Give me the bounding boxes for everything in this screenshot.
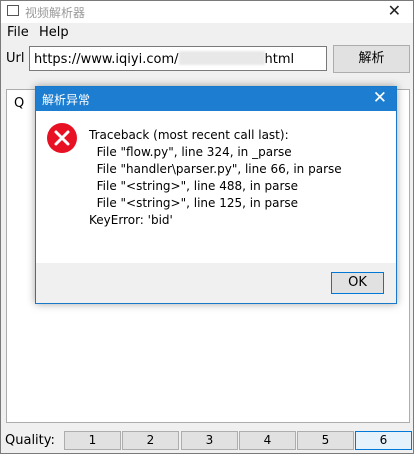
- quality-button-2[interactable]: 2: [122, 431, 179, 450]
- dialog-title-bar: 解析异常 ✕: [36, 87, 396, 111]
- error-dialog: 解析异常 ✕ Traceback (most recent call last)…: [35, 86, 397, 304]
- quality-button-4[interactable]: 4: [239, 431, 296, 450]
- traceback-line-3: File "handler\parser.py", line 66, in pa…: [89, 162, 342, 176]
- traceback-line-2: File "flow.py", line 324, in _parse: [89, 145, 292, 159]
- url-input[interactable]: https://www.iqiyi.com/html: [29, 46, 327, 71]
- dialog-title: 解析异常: [42, 93, 91, 107]
- menu-file[interactable]: File: [7, 25, 29, 40]
- traceback-line-5: File "<string>", line 125, in parse: [89, 196, 299, 210]
- traceback-line-4: File "<string>", line 488, in parse: [89, 179, 299, 193]
- redacted-region: [178, 51, 265, 65]
- quality-button-3[interactable]: 3: [181, 431, 238, 450]
- traceback-line-1: Traceback (most recent call last):: [89, 128, 289, 142]
- window-title: 视频解析器: [25, 6, 86, 20]
- window-close-icon[interactable]: ✕: [388, 2, 401, 20]
- error-icon: [47, 123, 77, 153]
- parse-button[interactable]: 解析: [333, 45, 410, 73]
- quality-button-5[interactable]: 5: [297, 431, 354, 450]
- dialog-close-icon[interactable]: ✕: [373, 88, 387, 108]
- app-window-icon: [7, 5, 19, 16]
- menu-help[interactable]: Help: [39, 25, 69, 40]
- dialog-body: Traceback (most recent call last): File …: [36, 111, 396, 263]
- quality-button-6[interactable]: 6: [355, 431, 412, 450]
- title-bar: 视频解析器 ✕: [1, 1, 413, 23]
- error-summary: KeyError: 'bid': [89, 213, 173, 227]
- quality-button-1[interactable]: 1: [64, 431, 121, 450]
- result-text: Q: [14, 96, 25, 111]
- ok-button[interactable]: OK: [331, 272, 384, 294]
- url-label: Url: [6, 51, 25, 66]
- url-value-suffix: html: [264, 52, 295, 67]
- quality-label: Quality:: [5, 433, 55, 448]
- menu-bar: File Help: [1, 23, 413, 43]
- url-value-prefix: https://www.iqiyi.com/: [34, 52, 179, 67]
- error-message: Traceback (most recent call last): File …: [89, 127, 342, 229]
